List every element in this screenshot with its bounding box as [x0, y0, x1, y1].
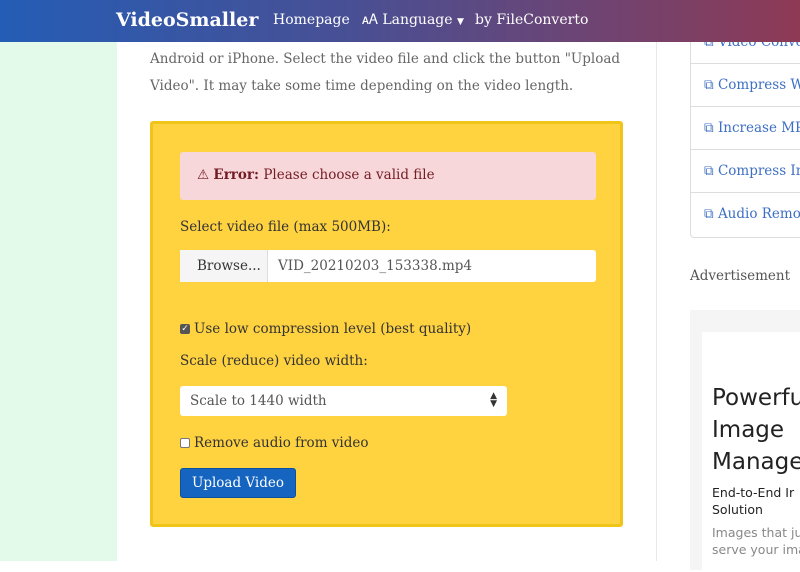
tool-link[interactable]: ⧉ Increase MP3 — [691, 107, 800, 150]
nav-fileconverto[interactable]: by FileConverto — [475, 12, 588, 28]
select-arrows-icon: ▲ ▼ — [490, 391, 497, 409]
ad-subtitle: End-to-End Ir Solution — [712, 485, 795, 517]
column-divider — [656, 0, 657, 561]
remove-audio-option[interactable]: Remove audio from video — [180, 435, 369, 451]
tool-link-label: Compress Wo — [717, 77, 800, 93]
remove-audio-checkbox[interactable] — [180, 438, 190, 448]
upload-video-button[interactable]: Upload Video — [180, 468, 296, 498]
brand-logo[interactable]: VideoSmaller — [116, 9, 258, 31]
scale-label: Scale (reduce) video width: — [180, 353, 368, 369]
scale-select[interactable]: Scale to 1440 width ▲ ▼ — [180, 386, 507, 416]
file-input[interactable]: Browse... VID_20210203_153338.mp4 — [180, 250, 596, 282]
navbar: VideoSmaller Homepage 🗚 Language ▼ by Fi… — [0, 0, 800, 42]
tool-link-label: Compress Im — [717, 163, 800, 179]
caret-down-icon: ▼ — [457, 17, 464, 27]
advertisement[interactable]: Powerfu Image Manage End-to-End Ir Solut… — [690, 310, 800, 572]
tool-link-label: Increase MP3 — [717, 120, 800, 136]
low-compression-checkbox[interactable]: ✓ — [180, 324, 190, 334]
external-link-icon: ⧉ — [704, 120, 714, 136]
error-alert: ⚠ Error: Please choose a valid file — [180, 152, 596, 200]
advertisement-label: Advertisement — [690, 268, 791, 284]
tool-link-label: Audio Remov — [717, 206, 800, 222]
low-compression-option[interactable]: ✓ Use low compression level (best quality… — [180, 321, 471, 337]
related-tools-list: ⧉ Video Conver ⧉ Compress Wo ⧉ Increase … — [690, 20, 800, 238]
ad-headline: Powerfu Image Manage — [712, 385, 800, 475]
external-link-icon: ⧉ — [704, 77, 714, 93]
intro-text: Android or iPhone. Select the video file… — [150, 51, 621, 94]
ad-body: Images that ju serve your ima — [712, 525, 800, 557]
tool-link[interactable]: ⧉ Compress Im — [691, 150, 800, 193]
left-background — [0, 0, 117, 561]
nav-language-label: Language — [382, 12, 453, 28]
language-icon: 🗚 — [362, 12, 378, 28]
remove-audio-label: Remove audio from video — [194, 435, 369, 451]
upload-form: ⚠ Error: Please choose a valid file Sele… — [150, 121, 623, 527]
nav-homepage[interactable]: Homepage — [273, 12, 350, 28]
error-label: Error: — [213, 167, 260, 183]
tool-link[interactable]: ⧉ Audio Remov — [691, 193, 800, 236]
warning-icon: ⚠ — [197, 167, 210, 183]
tool-link[interactable]: ⧉ Compress Wo — [691, 64, 800, 107]
external-link-icon: ⧉ — [704, 163, 714, 179]
scale-value: Scale to 1440 width — [190, 393, 327, 409]
file-label: Select video file (max 500MB): — [180, 219, 391, 235]
ad-card[interactable]: Powerfu Image Manage End-to-End Ir Solut… — [702, 332, 800, 572]
error-text: Please choose a valid file — [263, 167, 435, 183]
low-compression-label: Use low compression level (best quality) — [194, 321, 472, 337]
nav-language[interactable]: 🗚 Language ▼ — [362, 12, 464, 28]
browse-button[interactable]: Browse... — [180, 250, 268, 282]
file-name: VID_20210203_153338.mp4 — [278, 258, 472, 274]
external-link-icon: ⧉ — [704, 206, 714, 222]
